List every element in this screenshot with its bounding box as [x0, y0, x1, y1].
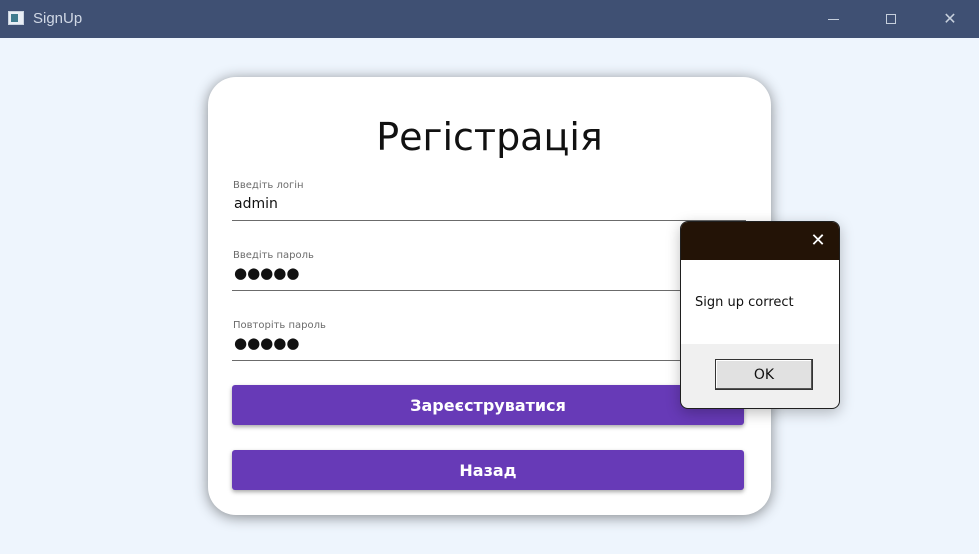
- login-input[interactable]: admin: [234, 196, 278, 212]
- dialog-message: Sign up correct: [695, 295, 794, 310]
- minimize-icon: [827, 18, 839, 20]
- repeat-password-label: Повторіть пароль: [233, 320, 326, 331]
- maximize-icon: [886, 14, 896, 24]
- window-title: SignUp: [33, 10, 83, 27]
- message-dialog: ✕ Sign up correct OK: [680, 221, 840, 409]
- login-label: Введіть логін: [233, 180, 304, 191]
- password-field[interactable]: Введіть пароль ●●●●●: [232, 250, 746, 291]
- close-window-button[interactable]: ✕: [921, 0, 979, 38]
- minimize-button[interactable]: [804, 0, 862, 38]
- login-field[interactable]: Введіть логін admin: [232, 180, 746, 221]
- close-icon: ✕: [810, 230, 826, 250]
- close-icon: ✕: [943, 11, 957, 28]
- password-input[interactable]: ●●●●●: [234, 264, 299, 282]
- dialog-body: Sign up correct: [681, 260, 839, 344]
- window-titlebar: SignUp ✕: [0, 0, 979, 38]
- page-title: Регістрація: [376, 115, 603, 159]
- repeat-password-field[interactable]: Повторіть пароль ●●●●●: [232, 320, 746, 361]
- dialog-close-button[interactable]: ✕: [809, 231, 827, 249]
- register-button[interactable]: Зареєструватися: [232, 385, 744, 425]
- dialog-header: ✕: [681, 222, 839, 260]
- back-button[interactable]: Назад: [232, 450, 744, 490]
- app-icon: [8, 11, 24, 25]
- password-label: Введіть пароль: [233, 250, 314, 261]
- ok-button[interactable]: OK: [715, 359, 813, 390]
- maximize-button[interactable]: [862, 0, 920, 38]
- repeat-password-input[interactable]: ●●●●●: [234, 334, 299, 352]
